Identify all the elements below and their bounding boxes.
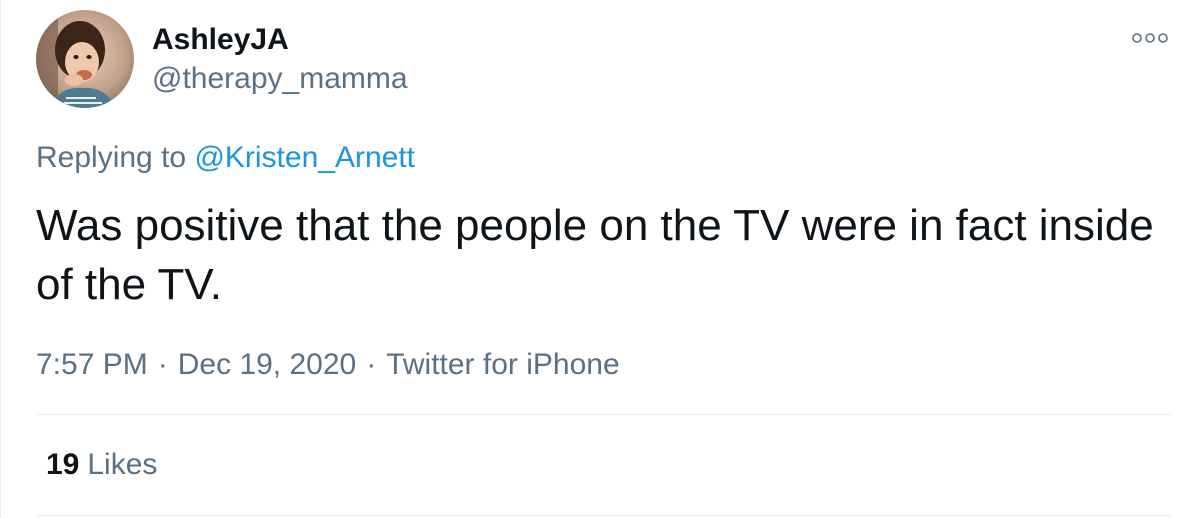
replying-to-label: Replying to	[36, 141, 187, 174]
tweet-date-link[interactable]: Dec 19, 2020	[178, 348, 356, 381]
divider	[36, 414, 1171, 415]
likes-link[interactable]: 19 Likes	[46, 447, 157, 483]
likes-count: 19	[46, 448, 80, 481]
avatar[interactable]	[36, 10, 134, 108]
tweet-metadata: 7:57 PM · Dec 19, 2020 · Twitter for iPhone	[36, 347, 620, 383]
author-handle[interactable]: @therapy_mamma	[152, 61, 408, 97]
tweet-source-link[interactable]: Twitter for iPhone	[386, 348, 619, 381]
meta-separator: ·	[366, 348, 377, 381]
tweet-time-link[interactable]: 7:57 PM	[36, 348, 148, 381]
tweet-card: AshleyJA @therapy_mamma Replying to @Kri…	[0, 0, 1204, 518]
more-options-button[interactable]	[1129, 28, 1171, 48]
likes-label: Likes	[87, 448, 158, 481]
avatar-photo	[36, 10, 134, 108]
divider	[36, 515, 1171, 516]
more-options-icon	[1132, 33, 1168, 43]
replying-to: Replying to @Kristen_Arnett	[36, 140, 415, 176]
author-display-name[interactable]: AshleyJA	[152, 22, 289, 58]
reply-mention-link[interactable]: @Kristen_Arnett	[194, 141, 415, 174]
tweet-text: Was positive that the people on the TV w…	[36, 201, 1154, 309]
meta-separator: ·	[157, 348, 168, 381]
